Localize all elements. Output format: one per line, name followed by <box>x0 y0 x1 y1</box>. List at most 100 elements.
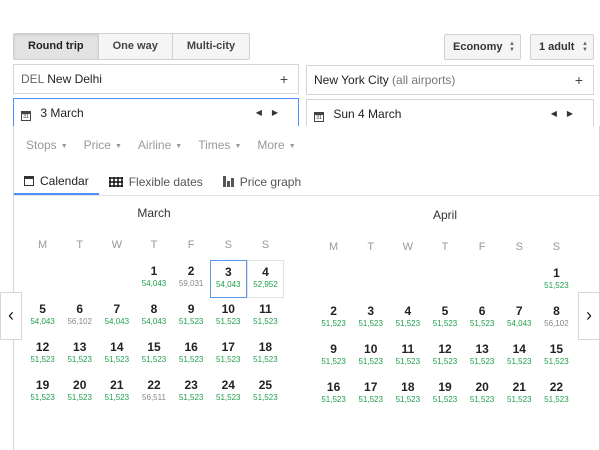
calendar-day[interactable]: 15 51,523 <box>538 338 575 376</box>
day-price: 51,523 <box>544 281 569 290</box>
calendar-day[interactable]: 20 51,523 <box>61 374 98 412</box>
tab-calendar[interactable]: Calendar <box>14 168 99 195</box>
calendar-day[interactable]: 13 51,523 <box>61 336 98 374</box>
day-price: 51,523 <box>30 355 55 364</box>
day-number: 19 <box>438 380 452 394</box>
calendar-day[interactable]: 24 51,523 <box>210 374 247 412</box>
calendar-day[interactable]: 7 54,043 <box>98 298 135 336</box>
cabin-class-value: Economy <box>453 41 503 53</box>
cabin-class-select[interactable]: Economy ▲ ▼ <box>444 34 521 60</box>
calendar-day[interactable]: 2 59,031 <box>173 260 210 298</box>
calendar-day[interactable]: 1 51,523 <box>538 262 575 300</box>
day-price: 51,523 <box>67 355 92 364</box>
calendar-day[interactable]: 16 51,523 <box>315 376 352 414</box>
day-price: 54,043 <box>104 317 130 326</box>
calendar-prev-button[interactable]: ‹ <box>0 292 22 340</box>
calendar-day[interactable]: 1 54,043 <box>135 260 172 298</box>
day-number: 3 <box>224 265 232 279</box>
filter-more[interactable]: More ▼ <box>257 138 295 152</box>
calendar-day[interactable]: 21 51,523 <box>501 376 538 414</box>
multi-city-button[interactable]: Multi-city <box>173 34 249 59</box>
day-price: 54,043 <box>216 280 241 289</box>
calendar-day[interactable]: 23 51,523 <box>173 374 210 412</box>
calendar-day[interactable]: 7 54,043 <box>501 300 538 338</box>
calendar-day[interactable]: 4 52,952 <box>246 260 285 298</box>
filter-price[interactable]: Price ▼ <box>84 138 122 152</box>
day-number: 10 <box>221 302 235 316</box>
calendar-day[interactable]: 3 51,523 <box>352 300 389 338</box>
calendar-day[interactable]: 16 51,523 <box>173 336 210 374</box>
day-price: 56,511 <box>142 393 166 402</box>
calendar-day[interactable]: 10 51,523 <box>210 298 247 336</box>
day-number: 4 <box>262 265 269 279</box>
calendar-day[interactable]: 19 51,523 <box>24 374 61 412</box>
calendar-day[interactable]: 11 51,523 <box>247 298 284 336</box>
calendar-empty-cell <box>501 262 538 300</box>
origin-field[interactable]: DEL New Delhi + <box>13 64 299 94</box>
next-day-icon[interactable]: ▶ <box>272 108 288 117</box>
calendar-day[interactable]: 17 51,523 <box>210 336 247 374</box>
destination-note: (all airports) <box>392 73 456 87</box>
passengers-select[interactable]: 1 adult ▲ ▼ <box>530 34 594 60</box>
next-day-icon[interactable]: ▶ <box>567 109 583 118</box>
calendar-day[interactable]: 14 51,523 <box>501 338 538 376</box>
prev-day-icon[interactable]: ◀ <box>256 108 272 117</box>
calendar-day[interactable]: 25 51,523 <box>247 374 284 412</box>
filter-stops[interactable]: Stops ▼ <box>26 138 68 152</box>
calendar-day[interactable]: 4 51,523 <box>389 300 426 338</box>
calendar-icon: 31 <box>314 112 324 122</box>
day-price: 51,523 <box>507 357 532 366</box>
calendar-day[interactable]: 12 51,523 <box>426 338 463 376</box>
calendar-day[interactable]: 5 51,523 <box>426 300 463 338</box>
return-date-field[interactable]: 31 Sun 4 March ◀▶ <box>306 99 594 129</box>
calendar-day[interactable]: 9 51,523 <box>173 298 210 336</box>
calendar-day[interactable]: 3 54,043 <box>209 260 247 298</box>
round-trip-button[interactable]: Round trip <box>14 34 99 59</box>
day-number: 14 <box>110 340 124 354</box>
calendar-next-button[interactable]: › <box>578 292 600 340</box>
calendar-empty-cell <box>315 262 352 300</box>
calendar-day[interactable]: 11 51,523 <box>389 338 426 376</box>
calendar-day[interactable]: 9 51,523 <box>315 338 352 376</box>
add-origin-icon[interactable]: + <box>280 65 288 93</box>
calendar-day[interactable]: 22 51,523 <box>538 376 575 414</box>
depart-date-field[interactable]: 31 3 March ◀▶ <box>13 98 299 128</box>
day-number: 4 <box>404 304 412 318</box>
tab-flexible-dates[interactable]: Flexible dates <box>99 168 213 195</box>
weekday-label: M <box>37 239 48 251</box>
calendar-day[interactable]: 15 51,523 <box>135 336 172 374</box>
add-destination-icon[interactable]: + <box>575 66 583 94</box>
calendar-day[interactable]: 6 51,523 <box>464 300 501 338</box>
calendar-day[interactable]: 5 54,043 <box>24 298 61 336</box>
calendar-day[interactable]: 12 51,523 <box>24 336 61 374</box>
destination-field[interactable]: New York City (all airports) + <box>306 65 594 95</box>
calendar-day[interactable]: 18 51,523 <box>389 376 426 414</box>
calendar-day[interactable]: 18 51,523 <box>247 336 284 374</box>
day-number: 2 <box>330 304 337 318</box>
calendar-empty-cell <box>61 260 98 298</box>
calendar-day[interactable]: 14 51,523 <box>98 336 135 374</box>
one-way-button[interactable]: One way <box>99 34 173 59</box>
tab-price-graph[interactable]: Price graph <box>213 168 311 195</box>
calendar-week: 2 51,523 3 51,523 4 51,523 5 51,523 6 51,523 7 54,0… <box>315 300 575 338</box>
day-price: 51,523 <box>216 317 241 326</box>
prev-day-icon[interactable]: ◀ <box>551 109 567 118</box>
day-number: 18 <box>401 380 415 394</box>
calendar-day[interactable]: 8 56,102 <box>538 300 575 338</box>
calendar-empty-cell <box>464 262 501 300</box>
calendar-day[interactable]: 17 51,523 <box>352 376 389 414</box>
calendar-day[interactable]: 20 51,523 <box>464 376 501 414</box>
bar-chart-icon <box>222 176 234 187</box>
filter-times[interactable]: Times ▼ <box>198 138 241 152</box>
calendar-day[interactable]: 22 56,511 <box>135 374 172 412</box>
calendar-day[interactable]: 19 51,523 <box>426 376 463 414</box>
calendar-day[interactable]: 8 54,043 <box>135 298 172 336</box>
calendar-day[interactable]: 10 51,523 <box>352 338 389 376</box>
calendar-day[interactable]: 13 51,523 <box>464 338 501 376</box>
calendar-day[interactable]: 2 51,523 <box>315 300 352 338</box>
filter-airline[interactable]: Airline ▼ <box>138 138 182 152</box>
day-price: 54,043 <box>141 279 167 288</box>
day-price: 51,523 <box>321 395 346 404</box>
calendar-day[interactable]: 6 56,102 <box>61 298 98 336</box>
calendar-day[interactable]: 21 51,523 <box>98 374 135 412</box>
